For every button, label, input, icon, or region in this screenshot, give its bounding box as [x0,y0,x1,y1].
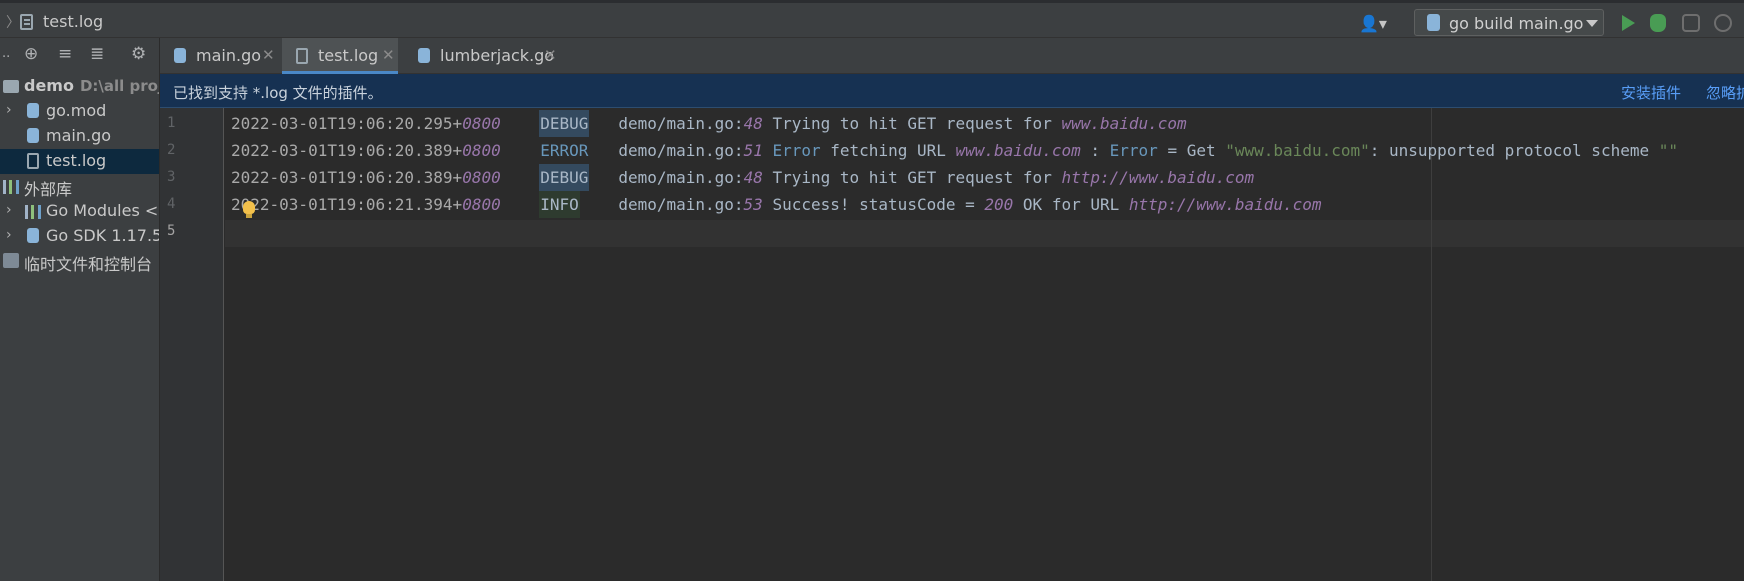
line-number: 3 [167,169,176,185]
breadcrumb-file[interactable]: test.log [43,12,103,31]
tree-item-label: Go SDK 1.17.5 [46,226,160,245]
log-line[interactable]: 2022-03-01T19:06:20.295+0800 DEBUG demo/… [231,110,1187,137]
close-icon[interactable]: ✕ [262,46,275,64]
chevron-right-icon[interactable]: › [6,102,12,118]
expand-all-icon[interactable]: ≡ [58,45,72,63]
close-icon[interactable]: ✕ [382,46,395,64]
tab-label: lumberjack.go [440,46,555,65]
scratches-icon [3,253,19,268]
log-file-icon [20,14,33,30]
profile-icon[interactable] [1714,14,1732,32]
gear-icon[interactable]: ⚙ [131,45,146,63]
go-file-icon [418,48,430,63]
chevron-down-icon [1586,20,1598,27]
go-file-icon [27,128,39,143]
tab-lumberjack-go[interactable]: lumberjack.go ✕ [404,38,560,74]
tree-item-external-libraries[interactable]: 外部库 [0,174,159,199]
log-level-debug: DEBUG [539,110,590,137]
go-file-icon [174,48,186,63]
tab-main-go[interactable]: main.go ✕ [160,38,276,74]
close-icon[interactable]: ✕ [544,46,557,64]
tab-label: test.log [318,46,379,65]
go-sdk-icon [27,228,39,243]
editor-tabs: main.go ✕ test.log ✕ lumberjack.go ✕ [160,38,1744,74]
ignore-extension-link[interactable]: 忽略扩 [1706,82,1744,103]
tab-test-log[interactable]: test.log ✕ [282,38,398,74]
tree-item-label: 临时文件和控制台 [24,255,153,274]
log-level-debug: DEBUG [539,164,590,191]
tree-item-label: main.go [46,126,112,145]
tree-item-label: demoD:\all projec [24,76,159,95]
line-number: 4 [167,196,176,212]
line-number: 1 [167,115,176,131]
install-plugin-link[interactable]: 安装插件 [1621,82,1681,103]
locate-icon[interactable]: ⊕ [24,45,38,63]
banner-message: 已找到支持 *.log 文件的插件。 [173,84,383,102]
tree-item-label: test.log [46,151,107,170]
project-panel-toolbar: .. ⊕ ≡ ≣ ⚙ [0,38,159,70]
tree-item-scratches[interactable]: 临时文件和控制台 [0,249,159,274]
bug-icon[interactable] [1650,14,1666,32]
go-file-icon [1427,14,1440,31]
line-number: 5 [167,223,176,239]
log-level-info: INFO [539,191,580,218]
library-icon [25,205,41,219]
lightbulb-icon[interactable] [243,201,255,218]
tree-item-label: 外部库 [24,180,73,199]
tree-item-main-go[interactable]: main.go [0,124,159,149]
folder-icon [3,80,19,93]
log-line[interactable]: 2022-03-01T19:06:20.389+0800 DEBUG demo/… [231,164,1254,191]
log-line[interactable]: 2022-03-01T19:06:21.394+0800 INFO demo/m… [231,191,1322,218]
tree-item-label: go.mod [46,101,107,120]
plugin-suggestion-banner: 已找到支持 *.log 文件的插件。 安装插件 忽略扩 [160,74,1744,108]
current-line-highlight [225,220,1744,247]
tree-item-go-modules[interactable]: › Go Modules <d [0,199,160,224]
log-line[interactable]: 2022-03-01T19:06:20.389+0800 ERROR demo/… [231,137,1678,164]
gomod-file-icon [27,103,39,118]
line-number: 2 [167,142,176,158]
tree-item-test-log[interactable]: test.log [0,149,159,174]
breadcrumb-separator: 〉 [6,15,20,31]
toolbar-dots[interactable]: .. [2,45,10,63]
tab-label: main.go [196,46,262,65]
tree-item-go-mod[interactable]: › go.mod [0,99,159,124]
chevron-right-icon[interactable]: › [6,227,12,243]
coverage-icon[interactable] [1682,14,1700,32]
tree-item-go-sdk[interactable]: › Go SDK 1.17.5 [0,224,160,249]
right-margin-guide [1431,108,1432,581]
navigation-bar: 〉 test.log 👤▾ go build main.go [0,0,1744,38]
log-level-error: ERROR [540,141,589,160]
project-panel: .. ⊕ ≡ ≣ ⚙ demoD:\all projec › go.mod ma… [0,38,160,581]
chevron-right-icon[interactable]: › [6,202,12,218]
log-file-icon [296,48,308,64]
run-triangle-icon[interactable] [1622,15,1635,31]
user-icon[interactable]: 👤▾ [1359,14,1389,33]
run-configuration-label: go build main.go [1449,14,1584,33]
library-icon [3,180,19,194]
collapse-all-icon[interactable]: ≣ [90,45,104,63]
tree-item-demo[interactable]: demoD:\all projec [0,74,159,99]
run-configuration-select[interactable]: go build main.go [1414,9,1604,36]
log-file-icon [27,153,39,169]
tree-item-label: Go Modules <d [46,201,160,220]
